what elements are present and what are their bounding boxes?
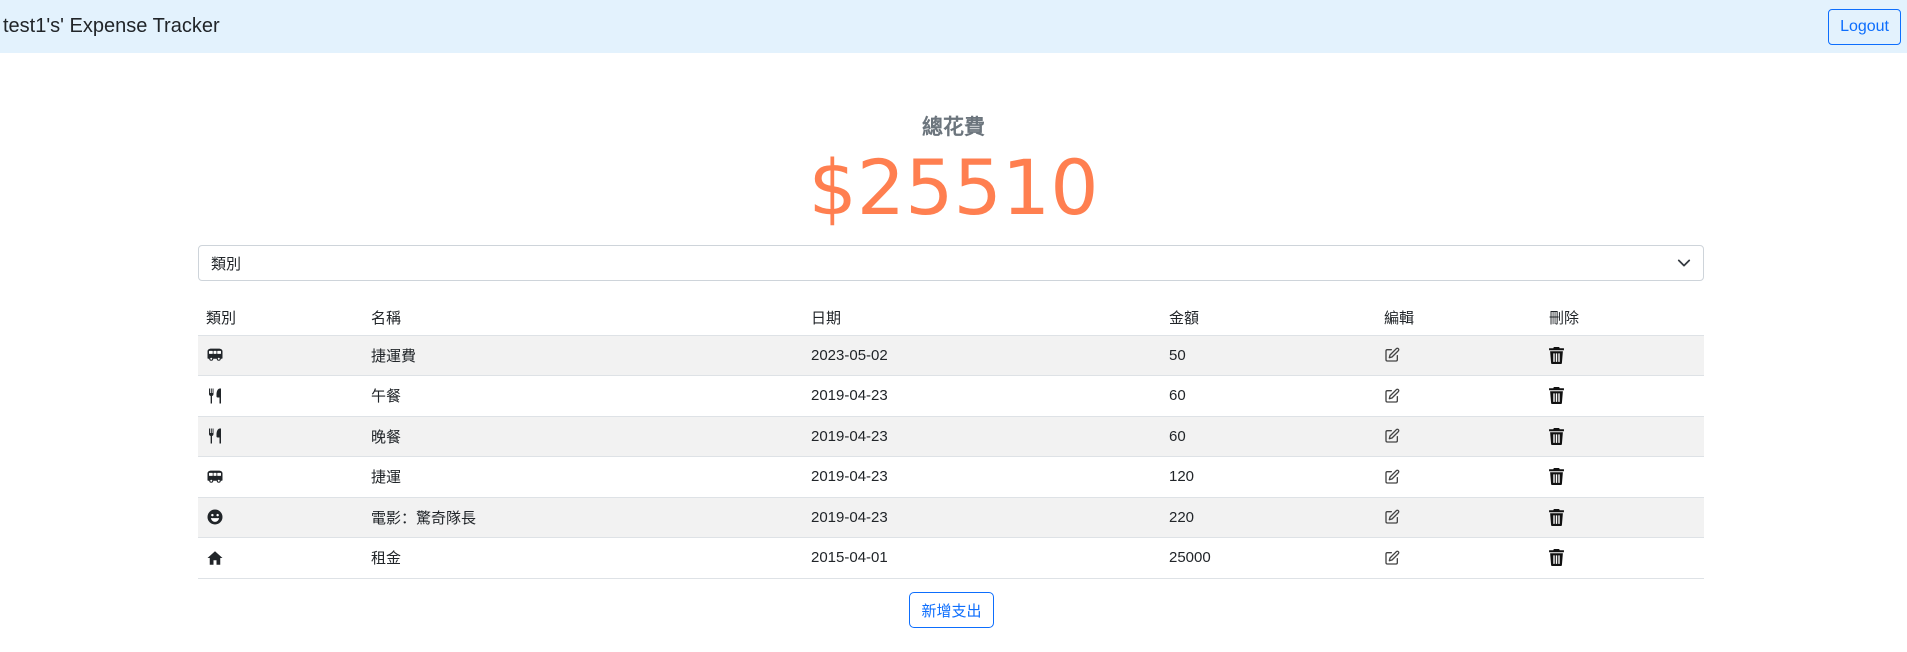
table-row: 租金 2015-04-01 25000 [198, 537, 1704, 579]
row-delete-cell [1541, 335, 1704, 376]
table-row: 晚餐 2019-04-23 60 [198, 416, 1704, 457]
header-delete: 刪除 [1541, 300, 1704, 336]
row-delete-cell [1541, 416, 1704, 457]
row-date: 2019-04-23 [803, 497, 1161, 538]
trash-icon[interactable] [1549, 427, 1696, 445]
table-row: 捷運費 2023-05-02 50 [198, 335, 1704, 376]
row-delete-cell [1541, 456, 1704, 498]
trash-icon[interactable] [1549, 387, 1696, 405]
row-name: 租金 [363, 537, 803, 579]
trash-icon[interactable] [1549, 508, 1696, 526]
row-name: 晚餐 [363, 416, 803, 457]
header-name: 名稱 [363, 300, 803, 336]
row-category [198, 456, 363, 498]
row-edit-cell [1376, 416, 1541, 457]
header-edit: 編輯 [1376, 300, 1541, 336]
edit-icon[interactable] [1384, 347, 1533, 363]
row-amount: 120 [1161, 456, 1376, 498]
table-header-row: 類別 名稱 日期 金額 編輯 刪除 [198, 300, 1704, 336]
navbar: test1's' Expense Tracker Logout [0, 0, 1907, 53]
row-name: 電影：驚奇隊長 [363, 497, 803, 538]
edit-icon[interactable] [1384, 388, 1533, 404]
bus-icon [206, 346, 355, 364]
row-amount: 60 [1161, 375, 1376, 417]
row-edit-cell [1376, 335, 1541, 376]
row-delete-cell [1541, 497, 1704, 538]
smile-icon [206, 508, 355, 526]
row-edit-cell [1376, 375, 1541, 417]
row-name: 午餐 [363, 375, 803, 417]
header-amount: 金額 [1161, 300, 1376, 336]
row-name: 捷運 [363, 456, 803, 498]
edit-icon[interactable] [1384, 428, 1533, 444]
row-edit-cell [1376, 456, 1541, 498]
total-amount: $25510 [808, 143, 1099, 232]
row-name: 捷運費 [363, 335, 803, 376]
edit-icon[interactable] [1384, 550, 1533, 566]
row-category [198, 375, 363, 417]
row-date: 2019-04-23 [803, 375, 1161, 417]
utensils-icon [206, 427, 355, 445]
row-date: 2023-05-02 [803, 335, 1161, 376]
row-category [198, 335, 363, 376]
utensils-icon [206, 387, 355, 405]
edit-icon[interactable] [1384, 509, 1533, 525]
row-category [198, 497, 363, 538]
row-delete-cell [1541, 537, 1704, 579]
add-expense-button[interactable]: 新增支出 [909, 592, 994, 628]
row-amount: 60 [1161, 416, 1376, 457]
total-label: 總花費 [922, 116, 985, 139]
row-date: 2019-04-23 [803, 416, 1161, 457]
row-delete-cell [1541, 375, 1704, 417]
table-row: 電影：驚奇隊長 2019-04-23 220 [198, 497, 1704, 538]
category-filter-value: 類別 [211, 255, 242, 273]
row-edit-cell [1376, 537, 1541, 579]
row-category [198, 416, 363, 457]
expense-table: 類別 名稱 日期 金額 編輯 刪除 捷運費 2023-05-02 50 午餐 2019-… [198, 300, 1704, 579]
row-edit-cell [1376, 497, 1541, 538]
logout-button[interactable]: Logout [1828, 8, 1901, 45]
row-amount: 220 [1161, 497, 1376, 538]
trash-icon[interactable] [1549, 549, 1696, 567]
chevron-down-icon [1677, 259, 1691, 267]
row-date: 2015-04-01 [803, 537, 1161, 579]
trash-icon[interactable] [1549, 468, 1696, 486]
row-amount: 25000 [1161, 537, 1376, 579]
trash-icon[interactable] [1549, 346, 1696, 364]
row-date: 2019-04-23 [803, 456, 1161, 498]
category-filter-select[interactable]: 類別 [198, 245, 1704, 281]
table-row: 午餐 2019-04-23 60 [198, 375, 1704, 417]
table-row: 捷運 2019-04-23 120 [198, 456, 1704, 498]
bus-icon [206, 468, 355, 486]
row-category [198, 537, 363, 579]
header-date: 日期 [803, 300, 1161, 336]
row-amount: 50 [1161, 335, 1376, 376]
brand-title: test1's' Expense Tracker [3, 15, 220, 37]
header-category: 類別 [198, 300, 363, 336]
home-icon [206, 549, 355, 567]
edit-icon[interactable] [1384, 469, 1533, 485]
